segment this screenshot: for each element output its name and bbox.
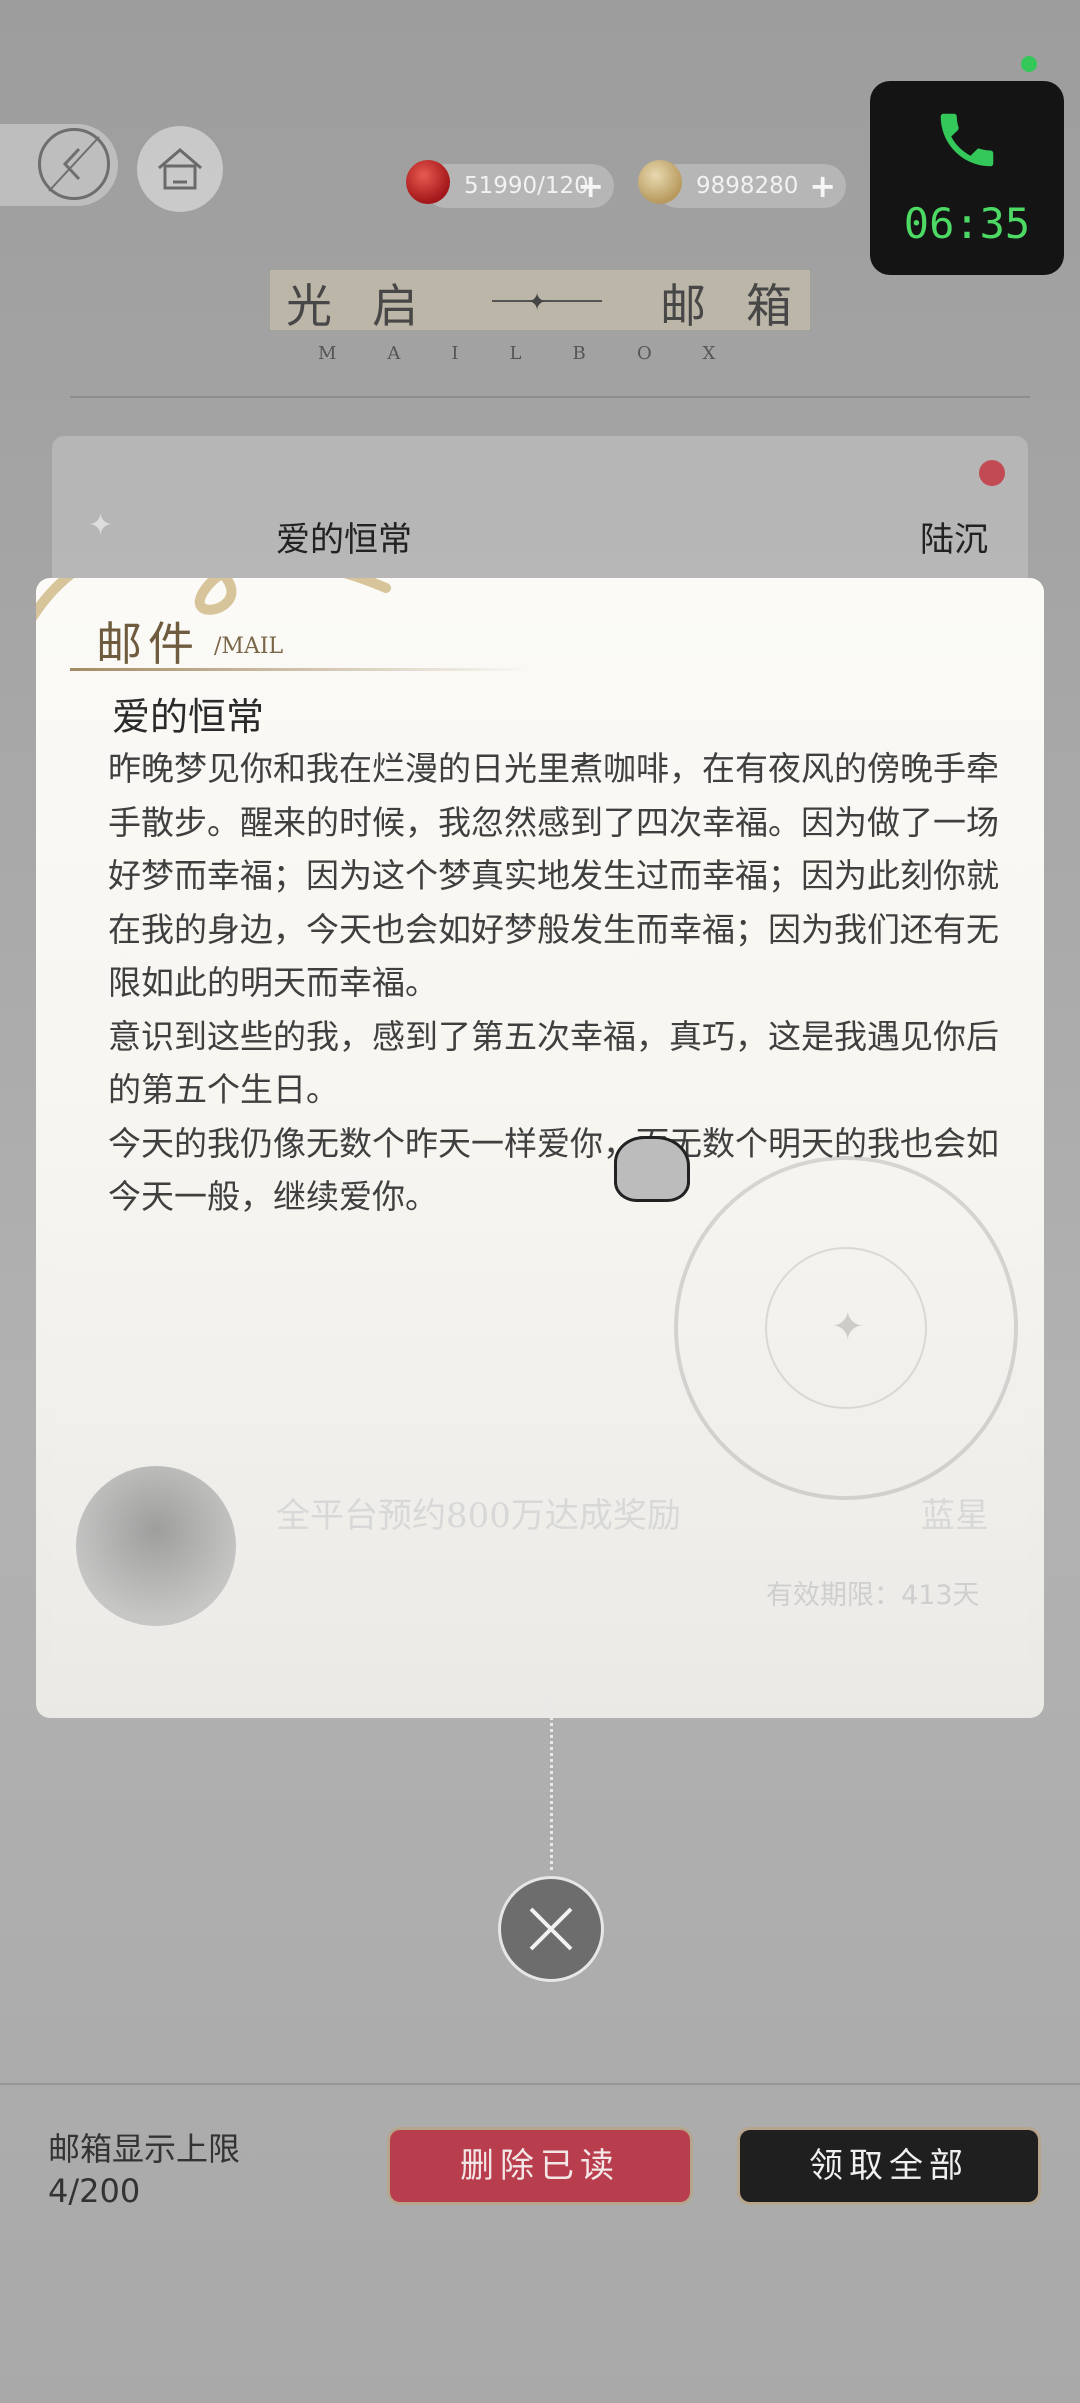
- mail-item-expiry: 有效期限：413天: [766, 1580, 980, 1611]
- title-star-icon: ✦: [527, 288, 548, 316]
- popup-header: 邮件: [96, 617, 200, 671]
- call-widget[interactable]: 06:35: [870, 81, 1064, 275]
- add-stamina-icon[interactable]: +: [577, 164, 604, 208]
- close-icon: [529, 1907, 573, 1951]
- mail-avatar-icon: ✦: [88, 508, 114, 543]
- mailbox-limit-value: 4/200: [48, 2172, 141, 2210]
- mail-paragraph: 今天的我仍像无数个昨天一样爱你，而无数个明天的我也会如今天一般，继续爱你。: [108, 1123, 999, 1217]
- close-connector: [550, 1700, 553, 1870]
- page-subtitle: MAILBOX: [318, 343, 767, 364]
- title-divider: [70, 396, 1030, 398]
- home-icon: [158, 148, 202, 190]
- mail-item-title[interactable]: 爱的恒常: [276, 512, 412, 561]
- page-title-right: 邮箱: [660, 279, 832, 333]
- close-button[interactable]: [498, 1876, 604, 1982]
- mail-item-sender: 陆沉: [920, 520, 988, 560]
- avatar: [76, 1466, 236, 1626]
- mail-subject: 爱的恒常: [112, 695, 265, 739]
- phone-icon: [940, 113, 994, 167]
- claim-all-button[interactable]: 领取全部: [740, 2130, 1038, 2202]
- bottom-divider: [0, 2083, 1080, 2085]
- call-status-dot: [1021, 56, 1037, 72]
- coin-icon: [638, 160, 682, 204]
- sticker-icon: [614, 1136, 690, 1202]
- unread-dot: [979, 460, 1005, 486]
- mail-popup: ✦ 邮件 /MAIL 爱的恒常 昨晚梦见你和我在烂漫的日光里煮咖啡，在有夜风的傍…: [36, 578, 1044, 1718]
- back-button[interactable]: [0, 124, 118, 206]
- stamina-value: 51990/120: [464, 173, 589, 199]
- popup-header-en: /MAIL: [214, 634, 284, 659]
- gold-swirl-icon: [36, 578, 391, 622]
- mail-item-sender: 蓝星: [921, 1496, 989, 1536]
- coin-value: 9898280: [696, 173, 799, 199]
- home-button[interactable]: [137, 126, 223, 212]
- delete-read-button[interactable]: 删除已读: [390, 2130, 690, 2202]
- mail-item-title: 全平台预约800万达成奖励: [276, 1496, 681, 1536]
- mail-body: 昨晚梦见你和我在烂漫的日光里煮咖啡，在有夜风的傍晚手牵手散步。醒来的时候，我忽然…: [108, 742, 1008, 1224]
- popup-header-line: [70, 668, 530, 671]
- back-icon: [38, 128, 110, 200]
- svg-text:✦: ✦: [831, 1304, 865, 1350]
- page-title-left: 光启: [286, 279, 458, 333]
- coin-counter[interactable]: 9898280 +: [638, 160, 846, 208]
- mail-paragraph: 意识到这些的我，感到了第五次幸福，真巧，这是我遇见你后的第五个生日。: [108, 1016, 999, 1110]
- call-timer: 06:35: [903, 199, 1031, 248]
- add-coin-icon[interactable]: +: [809, 164, 836, 208]
- apple-icon: [406, 160, 450, 204]
- mail-paragraph: 昨晚梦见你和我在烂漫的日光里煮咖啡，在有夜风的傍晚手牵手散步。醒来的时候，我忽然…: [108, 749, 999, 1002]
- mailbox-limit-label: 邮箱显示上限: [48, 2130, 241, 2168]
- stamina-counter[interactable]: 51990/120 +: [406, 160, 614, 208]
